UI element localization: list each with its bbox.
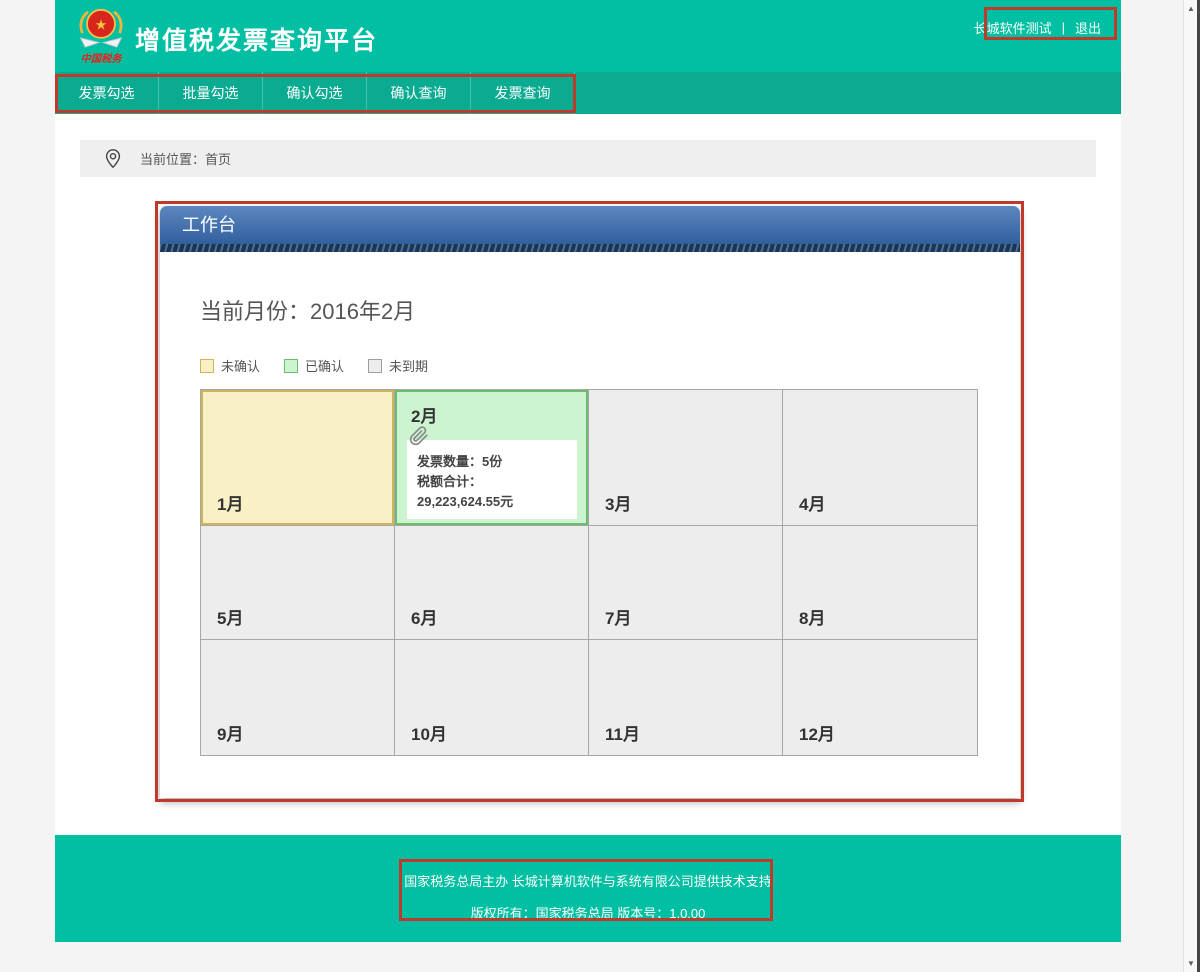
footer-line1: 国家税务总局主办 长城计算机软件与系统有限公司提供技术支持	[55, 835, 1121, 890]
tax-emblem-logo: ★ 中国税务	[73, 4, 129, 68]
workbench-panel: 工作台 当前月份：2016年2月 未确认 已确认	[160, 206, 1020, 798]
panel-body: 当前月份：2016年2月 未确认 已确认 未到期	[160, 252, 1020, 798]
calendar-cell-m2[interactable]: 2月 发票数量：5份 税额合计： 29,223,624.55元	[395, 390, 589, 526]
month-label: 12月	[799, 720, 835, 745]
calendar-cell-m10[interactable]: 10月	[395, 640, 589, 755]
nav-tab-confirm-query[interactable]: 确认查询	[367, 72, 471, 114]
app-footer: 国家税务总局主办 长城计算机软件与系统有限公司提供技术支持 版权所有：国家税务总…	[55, 835, 1121, 942]
vertical-scrollbar[interactable]: ▲ ▼	[1183, 0, 1197, 972]
tax-total-value: 29,223,624.55元	[417, 492, 569, 512]
panel-title-bar: 工作台	[160, 206, 1020, 244]
paperclip-icon	[409, 426, 429, 446]
footer-line2: 版权所有：国家税务总局 版本号：1.0.00	[55, 903, 1121, 922]
calendar-cell-m3[interactable]: 3月	[589, 390, 783, 526]
month-label: 2月	[411, 402, 437, 427]
legend-swatch-confirmed	[284, 359, 298, 373]
month-invoice-summary: 发票数量：5份 税额合计： 29,223,624.55元	[407, 440, 577, 519]
status-legend: 未确认 已确认 未到期	[200, 356, 1020, 375]
legend-item-confirmed: 已确认	[284, 356, 344, 375]
calendar-cell-m7[interactable]: 7月	[589, 526, 783, 640]
month-label: 8月	[799, 604, 825, 629]
page-content: ★ 中国税务 增值税发票查询平台 长城软件测试 | 退出 发票勾选 批量勾选 确…	[55, 0, 1121, 942]
star-icon: ★	[95, 16, 108, 32]
month-label: 5月	[217, 604, 243, 629]
month-label: 10月	[411, 720, 447, 745]
main-nav: 发票勾选 批量勾选 确认勾选 确认查询 发票查询	[55, 72, 1121, 114]
logout-link[interactable]: 退出	[1075, 18, 1101, 37]
calendar-cell-m11[interactable]: 11月	[589, 640, 783, 755]
calendar-cell-m8[interactable]: 8月	[783, 526, 977, 640]
month-label: 9月	[217, 720, 243, 745]
month-label: 1月	[217, 490, 243, 515]
legend-swatch-not-due	[368, 359, 382, 373]
calendar-cell-m1[interactable]: 1月	[201, 390, 395, 526]
scrollbar-up-arrow[interactable]: ▲	[1184, 4, 1198, 13]
legend-label: 未到期	[389, 356, 428, 375]
month-label: 3月	[605, 490, 631, 515]
calendar-cell-m5[interactable]: 5月	[201, 526, 395, 640]
logo-text: 中国税务	[80, 53, 123, 65]
location-pin-icon	[102, 148, 124, 170]
header-user-links: 长城软件测试 | 退出	[974, 18, 1101, 37]
app-header: ★ 中国税务 增值税发票查询平台 长城软件测试 | 退出	[55, 0, 1121, 72]
browser-viewport: ★ 中国税务 增值税发票查询平台 长城软件测试 | 退出 发票勾选 批量勾选 确…	[0, 0, 1200, 972]
scrollbar-down-arrow[interactable]: ▼	[1184, 959, 1198, 968]
legend-item-not-due: 未到期	[368, 356, 428, 375]
legend-label: 未确认	[221, 356, 260, 375]
calendar-cell-m9[interactable]: 9月	[201, 640, 395, 755]
panel-stitch-border	[160, 244, 1020, 252]
legend-label: 已确认	[305, 356, 344, 375]
month-calendar: 1月 2月 发票数量：5份 税额合计： 29,223,624.55元	[200, 389, 978, 756]
user-name-link[interactable]: 长城软件测试	[974, 18, 1052, 37]
month-label: 4月	[799, 490, 825, 515]
current-month-heading: 当前月份：2016年2月	[160, 252, 1020, 326]
nav-tab-invoice-select[interactable]: 发票勾选	[55, 72, 159, 114]
month-label: 7月	[605, 604, 631, 629]
calendar-cell-m6[interactable]: 6月	[395, 526, 589, 640]
breadcrumb: 当前位置：首页	[80, 140, 1096, 177]
calendar-cell-m12[interactable]: 12月	[783, 640, 977, 755]
nav-tab-confirm-select[interactable]: 确认勾选	[263, 72, 367, 114]
nav-tab-invoice-query[interactable]: 发票查询	[471, 72, 575, 114]
legend-item-unconfirmed: 未确认	[200, 356, 260, 375]
page-title: 增值税发票查询平台	[135, 21, 378, 57]
page-main: 当前位置：首页 工作台 当前月份：2016年2月 未确认	[55, 114, 1121, 835]
month-label: 6月	[411, 604, 437, 629]
breadcrumb-text: 当前位置：首页	[140, 149, 231, 168]
month-label: 11月	[605, 720, 640, 745]
legend-swatch-unconfirmed	[200, 359, 214, 373]
tax-total-label: 税额合计：	[417, 472, 569, 492]
nav-tab-batch-select[interactable]: 批量勾选	[159, 72, 263, 114]
links-divider: |	[1062, 20, 1065, 35]
panel-title: 工作台	[182, 215, 236, 235]
calendar-cell-m4[interactable]: 4月	[783, 390, 977, 526]
invoice-count: 发票数量：5份	[417, 452, 569, 472]
